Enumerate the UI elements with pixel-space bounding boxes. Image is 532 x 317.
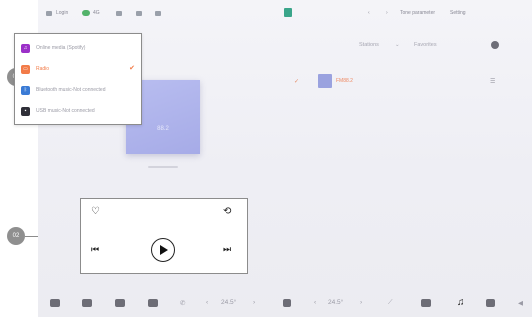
play-icon — [160, 245, 168, 255]
audio-source-menu: ♫ Online media (Spotify) ▭ Radio ✔ ᛒ Blu… — [14, 33, 142, 125]
more-options-icon[interactable] — [491, 41, 499, 49]
left-temp-increase-icon[interactable]: › — [253, 299, 255, 306]
right-temperature: 24.5° — [328, 299, 344, 306]
usb-drive-icon: ▪ — [21, 106, 30, 116]
tab-stations[interactable]: Stations — [359, 42, 379, 48]
callout-marker-02: 02 — [7, 227, 25, 245]
play-button[interactable] — [151, 238, 175, 262]
lock-icon — [155, 11, 161, 16]
seat-icon[interactable] — [115, 299, 125, 307]
source-item-usb[interactable]: ▪ USB music-Not connected — [15, 100, 141, 122]
playing-indicator-icon: ✓ — [294, 79, 300, 85]
network-icon — [82, 10, 90, 16]
music-note-icon[interactable]: ♫ — [457, 297, 465, 308]
setting-label[interactable]: Setting — [450, 10, 466, 16]
wiper-icon[interactable]: ⟋ — [388, 299, 393, 307]
previous-track-icon[interactable]: ⏮ — [91, 245, 99, 254]
tone-parameter-label[interactable]: Tone parameter — [400, 10, 435, 16]
tab-stations-chevron-icon: ⌄ — [395, 42, 400, 48]
phone-icon[interactable]: ✆ — [180, 299, 185, 307]
bluetooth-icon: ᛒ — [21, 85, 30, 95]
source-item-label: Radio — [36, 66, 50, 72]
fan-icon[interactable] — [283, 299, 291, 307]
radio-icon: ▭ — [21, 64, 30, 74]
source-item-label: USB music-Not connected — [36, 108, 95, 114]
selected-check-icon: ✔ — [129, 65, 135, 72]
left-temperature: 24.5° — [221, 299, 237, 306]
defrost-icon[interactable] — [148, 299, 158, 307]
station-name: FM88.2 — [336, 78, 353, 84]
user-icon[interactable] — [46, 11, 52, 16]
volume-icon[interactable]: ◀ — [518, 299, 523, 307]
left-temp-decrease-icon[interactable]: ‹ — [206, 299, 208, 306]
car-icon[interactable] — [50, 299, 60, 307]
right-temp-increase-icon[interactable]: › — [360, 299, 362, 306]
player-controls-panel: ♡ ⟲ ⏮ ⏭ — [80, 198, 248, 274]
station-menu-icon[interactable]: ☰ — [490, 78, 495, 85]
next-indicator-icon: › — [386, 10, 388, 16]
favorite-icon[interactable]: ♡ — [91, 207, 100, 217]
media-screen-icon[interactable] — [421, 299, 431, 307]
prev-indicator-icon: ‹ — [368, 10, 370, 16]
app-logo-icon — [284, 8, 292, 17]
source-item-radio[interactable]: ▭ Radio ✔ — [15, 58, 141, 80]
station-thumbnail — [318, 74, 332, 88]
source-item-label: Online media (Spotify) — [36, 45, 86, 51]
album-subtitle-placeholder — [148, 166, 178, 168]
camera-icon[interactable] — [82, 299, 92, 307]
history-icon[interactable]: ⟲ — [223, 207, 231, 217]
music-app-icon: ♫ — [21, 43, 30, 53]
bottom-dock: ✆ ‹ 24.5° › ‹ 24.5° › ⟋ ♫ ◀ — [38, 290, 532, 317]
status-bar: Login 4G ‹ › Tone parameter Setting — [38, 0, 532, 28]
network-label: 4G — [93, 10, 100, 16]
tab-favorites[interactable]: Favorites — [414, 42, 437, 48]
album-frequency-label: 88.2 — [157, 126, 169, 132]
apps-grid-icon[interactable] — [486, 299, 495, 307]
folder-icon — [136, 11, 142, 16]
right-temp-decrease-icon[interactable]: ‹ — [314, 299, 316, 306]
next-track-icon[interactable]: ⏭ — [223, 245, 231, 254]
bluetooth-status-icon — [116, 11, 122, 16]
source-item-online-media[interactable]: ♫ Online media (Spotify) — [15, 37, 141, 59]
source-item-bluetooth[interactable]: ᛒ Bluetooth music-Not connected — [15, 79, 141, 101]
login-label[interactable]: Login — [56, 10, 68, 16]
source-item-label: Bluetooth music-Not connected — [36, 87, 106, 93]
